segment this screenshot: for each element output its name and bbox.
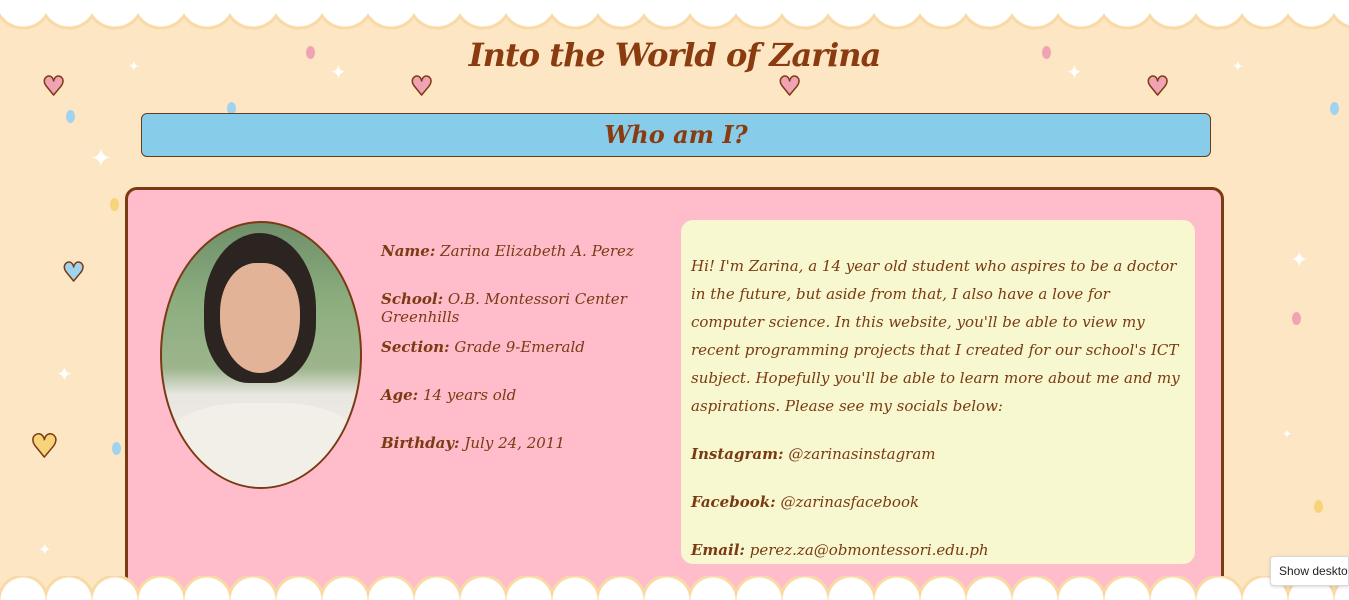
info-value: Zarina Elizabeth A. Perez xyxy=(440,242,634,260)
confetti-dot xyxy=(110,198,119,211)
social-facebook: Facebook: @zarinasfacebook xyxy=(691,488,1185,516)
sparkle-icon: ✦ xyxy=(90,144,112,174)
info-row-age: Age: 14 years old xyxy=(381,386,671,434)
social-instagram: Instagram: @zarinasinstagram xyxy=(691,440,1185,468)
section-heading: Who am I? xyxy=(141,113,1211,157)
info-value: July 24, 2011 xyxy=(464,434,565,452)
confetti-dot xyxy=(1330,102,1339,115)
heart-icon: ♥ xyxy=(777,72,802,102)
info-label: Section: xyxy=(381,338,450,356)
info-label: School: xyxy=(381,290,444,308)
info-row-name: Name: Zarina Elizabeth A. Perez xyxy=(381,242,671,290)
heart-icon: ♥ xyxy=(61,258,86,288)
heart-icon: ♥ xyxy=(41,72,66,102)
bio-intro: Hi! I'm Zarina, a 14 year old student wh… xyxy=(691,257,1180,415)
social-label: Facebook: xyxy=(691,493,776,511)
sparkle-icon: ✦ xyxy=(1290,248,1309,273)
social-value: @zarinasfacebook xyxy=(780,493,920,511)
scalloped-bottom-border xyxy=(0,576,1349,600)
info-label: Birthday: xyxy=(381,434,460,452)
bio-panel: Hi! I'm Zarina, a 14 year old student wh… xyxy=(681,220,1195,564)
confetti-dot xyxy=(1314,500,1323,513)
heart-icon: ♥ xyxy=(29,427,59,465)
heart-icon: ♥ xyxy=(409,72,434,102)
info-label: Name: xyxy=(381,242,436,260)
profile-card: Name: Zarina Elizabeth A. Perez School: … xyxy=(125,187,1224,593)
info-value: Grade 9-Emerald xyxy=(454,338,585,356)
social-email: Email: perez.za@obmontessori.edu.ph xyxy=(691,536,1185,564)
confetti-dot xyxy=(112,442,121,455)
photo-shirt xyxy=(162,403,360,487)
sparkle-icon: ✦ xyxy=(1282,427,1293,441)
social-value: @zarinasinstagram xyxy=(788,445,936,463)
profile-photo xyxy=(160,221,362,489)
photo-face xyxy=(220,263,300,373)
heart-icon: ♥ xyxy=(1145,72,1170,102)
social-value: perez.za@obmontessori.edu.ph xyxy=(749,541,989,559)
page-title: Into the World of Zarina xyxy=(468,36,882,74)
sparkle-icon: ✦ xyxy=(38,540,52,559)
info-row-section: Section: Grade 9-Emerald xyxy=(381,338,671,386)
social-label: Email: xyxy=(691,541,745,559)
info-row-birthday: Birthday: July 24, 2011 xyxy=(381,434,671,482)
profile-info: Name: Zarina Elizabeth A. Perez School: … xyxy=(381,242,671,482)
info-label: Age: xyxy=(381,386,419,404)
info-value: 14 years old xyxy=(423,386,517,404)
sparkle-icon: ✦ xyxy=(56,362,73,386)
social-label: Instagram: xyxy=(691,445,784,463)
confetti-dot xyxy=(1292,312,1301,325)
confetti-dot xyxy=(66,110,75,123)
show-desktop-button[interactable]: Show desktop xyxy=(1270,556,1349,586)
info-row-school: School: O.B. Montessori Center Greenhill… xyxy=(381,290,671,338)
